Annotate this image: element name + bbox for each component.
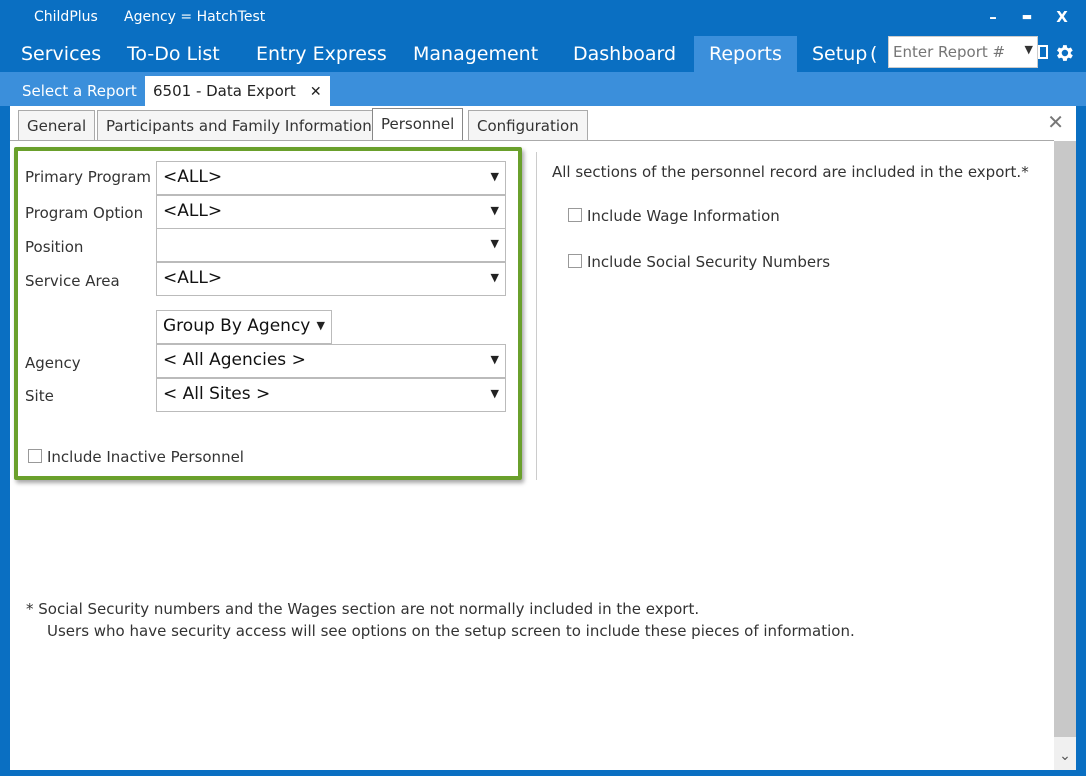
chevron-down-icon: ▼	[490, 387, 499, 400]
menu-overflow[interactable]: (	[870, 36, 877, 72]
menu-dashboard[interactable]: Dashboard	[558, 36, 691, 72]
tab-divider	[10, 140, 1054, 141]
minimize-button[interactable]: –	[981, 4, 1005, 30]
personnel-info-text: All sections of the personnel record are…	[552, 163, 1029, 181]
tab-personnel[interactable]: Personnel	[372, 108, 464, 140]
chevron-down-icon: ▼	[490, 237, 499, 250]
agency-select[interactable]: < All Agencies > ▼	[156, 344, 506, 378]
include-wage-checkbox[interactable]	[568, 208, 582, 222]
position-label: Position	[25, 238, 84, 256]
menu-todo-list[interactable]: To-Do List	[112, 36, 235, 72]
menu-reports[interactable]: Reports	[694, 36, 797, 72]
gear-icon[interactable]	[1053, 42, 1075, 69]
chevron-down-icon: ▼	[490, 204, 499, 217]
site-label: Site	[25, 387, 54, 405]
chevron-down-icon: ▼	[316, 319, 325, 332]
tab-participants-family[interactable]: Participants and Family Information	[97, 110, 381, 140]
chevron-down-icon: ▼	[490, 170, 499, 183]
tab-configuration[interactable]: Configuration	[468, 110, 588, 140]
chevron-down-icon: ▼	[490, 353, 499, 366]
app-name: ChildPlus	[34, 9, 98, 25]
program-option-label: Program Option	[25, 204, 144, 222]
service-area-value: <ALL>	[163, 268, 223, 288]
scroll-down-icon[interactable]: ⌄	[1054, 748, 1076, 764]
primary-program-value: <ALL>	[163, 167, 223, 187]
close-tab-icon[interactable]: ✕	[310, 84, 322, 100]
close-icon[interactable]: ✕	[1047, 110, 1064, 134]
group-by-select[interactable]: Group By Agency ▼	[156, 310, 332, 344]
agency-value: < All Agencies >	[163, 350, 306, 370]
include-ssn-label[interactable]: Include Social Security Numbers	[587, 253, 830, 271]
include-inactive-checkbox[interactable]	[28, 449, 42, 463]
footnote-line-2: Users who have security access will see …	[47, 622, 855, 640]
service-area-select[interactable]: <ALL> ▼	[156, 262, 506, 296]
service-area-label: Service Area	[25, 272, 120, 290]
tab-general[interactable]: General	[18, 110, 96, 140]
section-divider	[536, 152, 537, 480]
tab-data-export[interactable]: 6501 - Data Export ✕	[145, 76, 330, 106]
report-number-combo[interactable]: ▼	[888, 36, 1038, 68]
title-bar: ChildPlus Agency = HatchTest – ▬ X	[0, 0, 1086, 36]
document-tab-strip: Select a Report 6501 - Data Export ✕	[0, 72, 1086, 106]
scroll-thumb[interactable]	[1054, 141, 1076, 737]
menu-services[interactable]: Services	[6, 36, 116, 72]
close-window-button[interactable]: X	[1050, 4, 1074, 30]
tab-data-export-label: 6501 - Data Export	[153, 82, 296, 100]
menu-entry-express[interactable]: Entry Express	[241, 36, 402, 72]
chevron-down-icon[interactable]: ▼	[1025, 43, 1033, 56]
program-option-select[interactable]: <ALL> ▼	[156, 195, 506, 229]
chevron-down-icon: ▼	[490, 271, 499, 284]
include-wage-label[interactable]: Include Wage Information	[587, 207, 780, 225]
primary-program-select[interactable]: <ALL> ▼	[156, 161, 506, 195]
vertical-scrollbar[interactable]: ⌄	[1054, 141, 1076, 770]
position-select[interactable]: ▼	[156, 228, 506, 262]
include-ssn-checkbox[interactable]	[568, 254, 582, 268]
site-select[interactable]: < All Sites > ▼	[156, 378, 506, 412]
agency-indicator: Agency = HatchTest	[124, 9, 266, 25]
maximize-button[interactable]: ▬	[1015, 4, 1039, 30]
tab-select-report[interactable]: Select a Report	[14, 76, 145, 106]
primary-program-label: Primary Program	[25, 168, 152, 186]
agency-label: Agency	[25, 354, 81, 372]
include-inactive-label[interactable]: Include Inactive Personnel	[47, 448, 244, 466]
menu-management[interactable]: Management	[398, 36, 553, 72]
site-value: < All Sites >	[163, 384, 271, 404]
print-icon[interactable]	[1038, 42, 1048, 67]
report-number-input[interactable]	[893, 40, 1013, 64]
footnote-line-1: * Social Security numbers and the Wages …	[26, 600, 700, 618]
group-by-value: Group By Agency	[163, 316, 311, 336]
report-content-panel: General Participants and Family Informat…	[10, 106, 1076, 770]
program-option-value: <ALL>	[163, 201, 223, 221]
